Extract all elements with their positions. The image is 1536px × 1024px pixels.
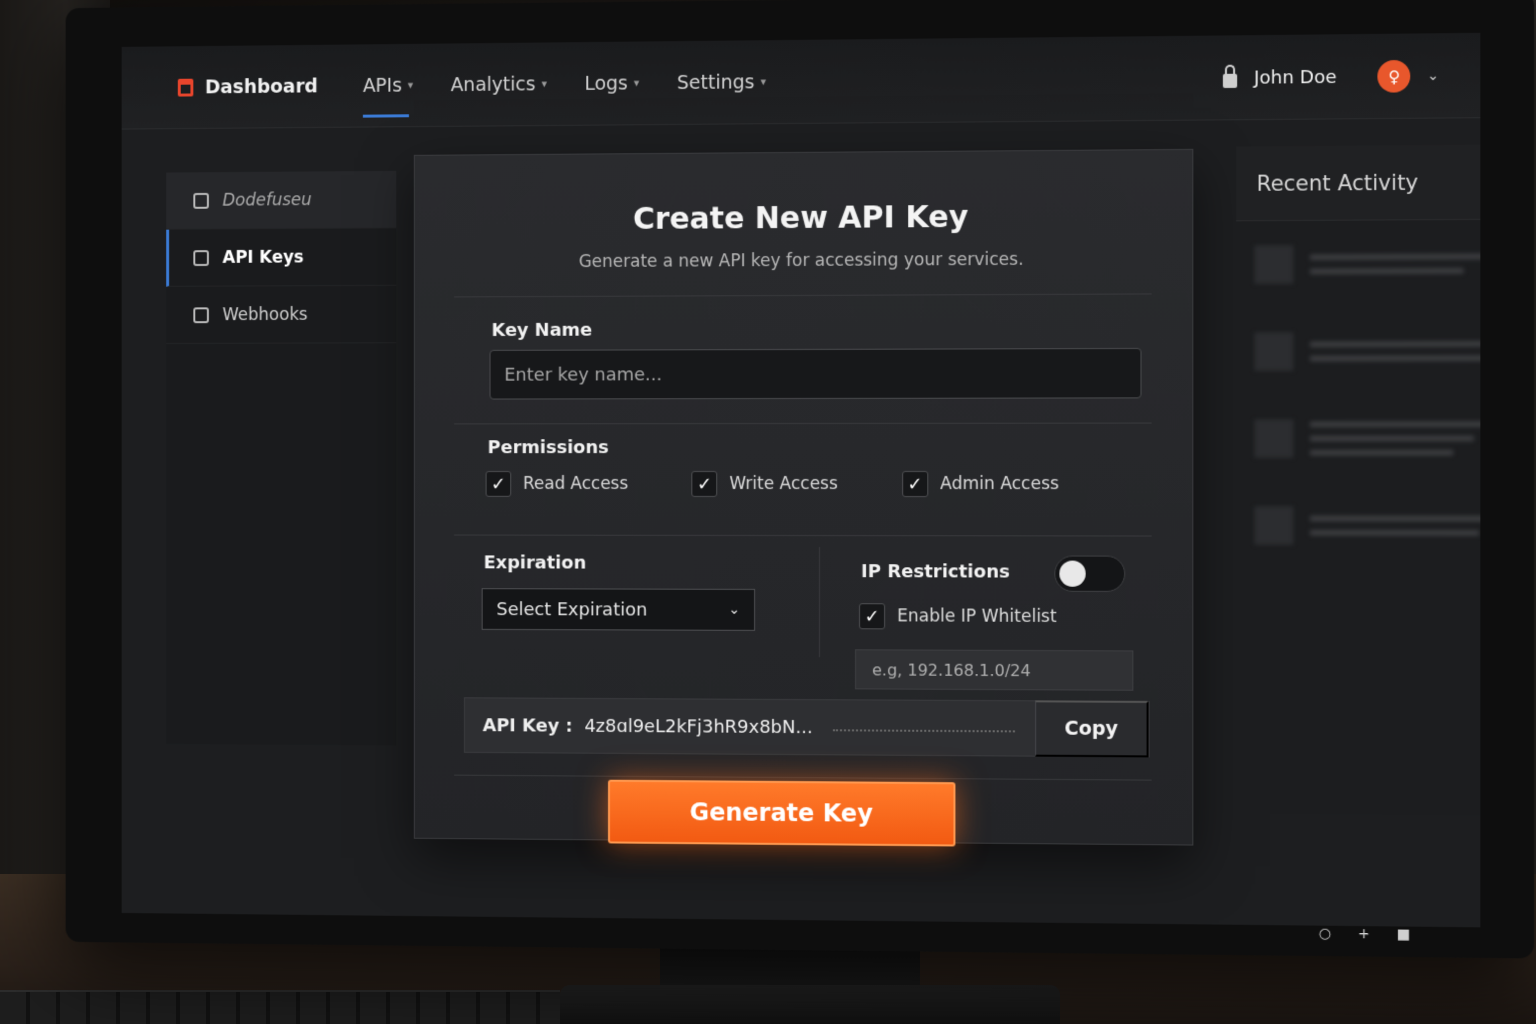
brand[interactable]: Dashboard: [177, 75, 318, 98]
nav-settings[interactable]: Settings ▾: [677, 40, 766, 125]
activity-row: [1236, 482, 1481, 570]
activity-row: [1236, 307, 1481, 395]
ip-whitelist-input[interactable]: [855, 649, 1134, 691]
permission-admin-label: Admin Access: [940, 473, 1059, 495]
permission-admin[interactable]: ✓ Admin Access: [901, 470, 1059, 498]
user-name: John Doe: [1253, 66, 1337, 89]
checkbox-checked-icon[interactable]: ✓: [901, 470, 929, 498]
checkbox-checked-icon[interactable]: ✓: [691, 471, 718, 497]
recent-activity-panel: Recent Activity: [1236, 144, 1481, 816]
nav-analytics[interactable]: Analytics ▾: [451, 42, 547, 126]
permission-read[interactable]: ✓ Read Access: [485, 471, 629, 497]
divider: [454, 774, 1152, 781]
checkbox-checked-icon[interactable]: ✓: [485, 471, 512, 497]
permission-read-label: Read Access: [523, 474, 629, 494]
permissions-group: ✓ Read Access ✓ Write Access ✓ Admin Acc…: [485, 470, 1059, 498]
chevron-down-icon: ⌄: [728, 601, 741, 618]
expiration-label: Expiration: [483, 552, 587, 574]
sidebar-item-label: Webhooks: [222, 304, 308, 325]
api-key-value[interactable]: 4z8ɑl9eL2kFj3hR9x8bN...: [584, 715, 812, 737]
checkbox-checked-icon[interactable]: ✓: [859, 603, 886, 630]
activity-badge: [1254, 332, 1294, 371]
sidebar-item-webhooks[interactable]: Webhooks: [166, 285, 397, 344]
nav-logs[interactable]: Logs ▾: [584, 41, 639, 125]
recent-activity-title: Recent Activity: [1236, 144, 1481, 222]
page-subtitle: Generate a new API key for accessing you…: [578, 249, 1024, 273]
key-name-input[interactable]: [489, 347, 1142, 400]
nav-settings-label: Settings: [677, 70, 755, 94]
chevron-down-icon: ▾: [407, 78, 414, 92]
monitor-bezel: ○ + ■ Dashboard APIs ▾ Analytics ▾ Logs …: [65, 0, 1535, 959]
activity-badge: [1254, 506, 1294, 545]
chevron-down-icon: ▾: [760, 75, 767, 89]
webhook-icon: [193, 306, 209, 323]
monitor-plus-icon[interactable]: +: [1358, 926, 1370, 942]
generate-key-button[interactable]: Generate Key: [608, 779, 956, 847]
expiration-value: Select Expiration: [496, 598, 648, 621]
user-menu[interactable]: John Doe ♀ ⌄: [1223, 33, 1439, 120]
activity-row: [1236, 220, 1481, 309]
nav-apis-label: APIs: [362, 74, 402, 97]
toggle-knob: [1059, 560, 1086, 587]
nav-logs-label: Logs: [584, 72, 628, 95]
sidebar-item-label: API Keys: [222, 247, 304, 268]
vertical-divider: [818, 547, 820, 658]
monitor-menu-icon[interactable]: ■: [1397, 926, 1411, 942]
dashboard-icon: [177, 78, 194, 97]
folder-icon: [193, 192, 209, 209]
key-icon: [193, 249, 209, 266]
chevron-down-icon[interactable]: ⌄: [1427, 68, 1439, 84]
nav-apis[interactable]: APIs ▾: [363, 43, 413, 127]
ip-whitelist-label: Enable IP Whitelist: [897, 606, 1057, 627]
page-title: Create New API Key: [632, 199, 969, 237]
monitor-power-icon[interactable]: ○: [1319, 926, 1332, 942]
copy-button[interactable]: Copy: [1035, 700, 1149, 758]
lock-icon: [1223, 73, 1238, 89]
api-key-display: API Key : 4z8ɑl9eL2kFj3hR9x8bN... Copy: [463, 697, 1150, 758]
chevron-down-icon: ▾: [633, 76, 640, 90]
sidebar: Dodefuseu API Keys Webhooks: [166, 170, 397, 746]
ip-whitelist-option[interactable]: ✓ Enable IP Whitelist: [859, 603, 1057, 630]
divider: [454, 534, 1152, 537]
sidebar-item-api-keys[interactable]: API Keys: [166, 228, 397, 287]
expiration-select[interactable]: Select Expiration ⌄: [481, 588, 756, 631]
keyboard: [0, 990, 560, 1024]
chevron-down-icon: ▾: [541, 77, 547, 91]
ip-restrictions-toggle[interactable]: [1054, 555, 1126, 592]
permissions-label: Permissions: [487, 437, 609, 459]
monitor-controls: ○ + ■: [1319, 926, 1411, 943]
activity-badge: [1254, 419, 1294, 458]
dotted-leader: [832, 729, 1015, 733]
permission-write[interactable]: ✓ Write Access: [691, 471, 838, 497]
permission-write-label: Write Access: [729, 473, 838, 495]
activity-row: [1236, 395, 1481, 482]
divider: [454, 293, 1152, 298]
key-name-label: Key Name: [491, 319, 593, 341]
api-key-label: API Key :: [482, 714, 573, 737]
activity-badge: [1254, 245, 1294, 284]
app-screen: Dashboard APIs ▾ Analytics ▾ Logs ▾ Sett…: [121, 32, 1481, 928]
sidebar-item-dodefuseu[interactable]: Dodefuseu: [166, 170, 397, 230]
ip-restrictions-label: IP Restrictions: [861, 561, 1010, 583]
monitor-stand-base: [560, 985, 1060, 1024]
top-nav: Dashboard APIs ▾ Analytics ▾ Logs ▾ Sett…: [121, 32, 1481, 130]
divider: [454, 422, 1152, 425]
sidebar-item-label: Dodefuseu: [222, 189, 312, 211]
user-avatar-icon[interactable]: ♀: [1377, 59, 1411, 93]
create-api-key-card: Create New API Key Generate a new API ke…: [413, 148, 1194, 847]
nav-analytics-label: Analytics: [450, 72, 536, 96]
brand-label: Dashboard: [204, 75, 318, 98]
